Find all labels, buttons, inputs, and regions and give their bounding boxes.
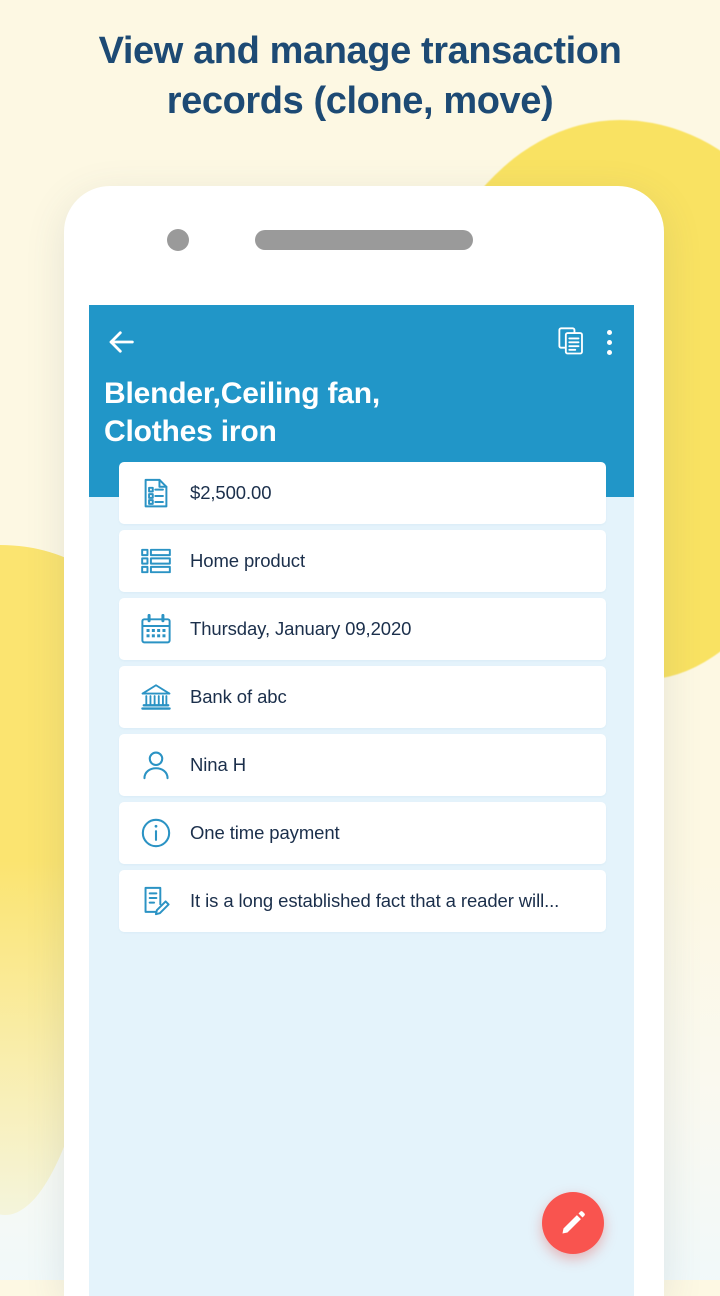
detail-row-note[interactable]: It is a long established fact that a rea… [119, 870, 606, 932]
menu-dot [606, 339, 612, 345]
detail-row-label: It is a long established fact that a rea… [190, 890, 560, 911]
menu-dot [606, 349, 612, 355]
phone-mockup: Blender,Ceiling fan, Clothes iron $2,500… [64, 186, 664, 1296]
invoice-icon [139, 476, 173, 510]
more-vertical-icon[interactable] [606, 328, 612, 355]
detail-row-amount[interactable]: $2,500.00 [119, 462, 606, 524]
menu-dot [606, 329, 612, 335]
detail-row-payment-type[interactable]: One time payment [119, 802, 606, 864]
detail-row-label: Thursday, January 09,2020 [190, 618, 412, 639]
app-bar-icon-row [104, 325, 612, 359]
app-screen: Blender,Ceiling fan, Clothes iron $2,500… [89, 305, 634, 1296]
page-title: View and manage transaction records (clo… [98, 30, 622, 123]
detail-row-payee[interactable]: Nina H [119, 734, 606, 796]
info-icon [139, 816, 173, 850]
pencil-icon [560, 1210, 586, 1236]
detail-row-category[interactable]: Home product [119, 530, 606, 592]
arrow-left-icon[interactable] [104, 325, 138, 359]
app-bar-actions [558, 325, 612, 355]
detail-row-account[interactable]: Bank of abc [119, 666, 606, 728]
detail-row-label: Nina H [190, 754, 246, 775]
speaker-grill-icon [255, 230, 473, 250]
detail-row-label: Bank of abc [190, 686, 287, 707]
detail-row-label: One time payment [190, 822, 340, 843]
list-icon [139, 544, 173, 578]
note-edit-icon [139, 884, 173, 918]
detail-row-date[interactable]: Thursday, January 09,2020 [119, 598, 606, 660]
person-icon [139, 748, 173, 782]
copy-icon[interactable] [558, 327, 584, 355]
transaction-detail-list: $2,500.00 Home product Thursday, January… [119, 462, 606, 932]
edit-fab-button[interactable] [542, 1192, 604, 1254]
calendar-icon [139, 612, 173, 646]
detail-row-label: Home product [190, 550, 305, 571]
bank-icon [139, 680, 173, 714]
camera-dot-icon [167, 229, 189, 251]
detail-row-label: $2,500.00 [190, 482, 272, 503]
transaction-title: Blender,Ceiling fan, Clothes iron [104, 377, 381, 448]
